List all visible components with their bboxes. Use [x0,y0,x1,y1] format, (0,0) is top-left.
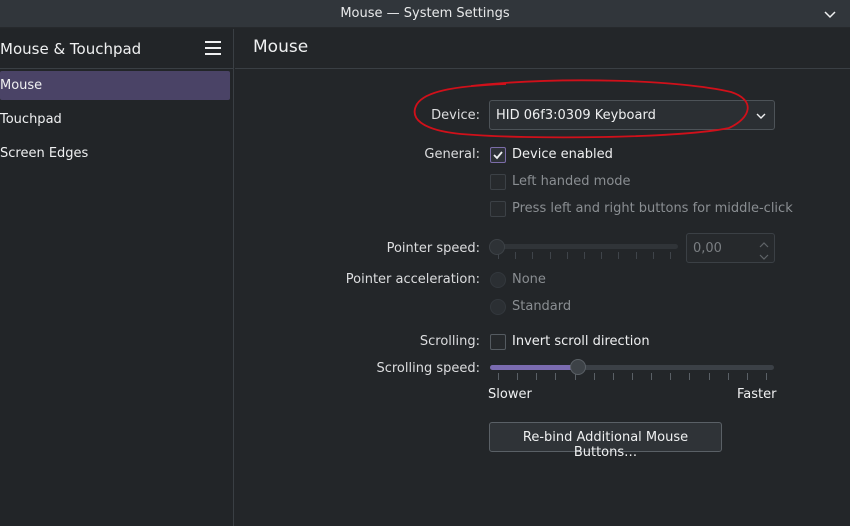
checkmark-icon [493,151,503,160]
slider-tick [555,373,556,380]
left-handed-label: Left handed mode [512,174,631,189]
sidebar-item-screen-edges[interactable]: Screen Edges [0,139,230,168]
slider-tick [517,373,518,380]
slider-tick [728,373,729,380]
slider-tick [670,252,671,259]
sidebar-header: Mouse & Touchpad [0,29,234,69]
scrolling-speed-fill [490,365,578,370]
slider-tick [651,373,652,380]
sidebar: Mouse & Touchpad Mouse Touchpad Screen E… [0,29,234,526]
slider-tick [601,252,602,259]
scrolling-speed-ticks [490,373,774,380]
slider-tick [653,252,654,259]
window-titlebar: Mouse — System Settings [0,0,850,28]
sidebar-title: Mouse & Touchpad [0,40,142,58]
accel-standard-label: Standard [512,299,572,314]
pointer-acceleration-label: Pointer acceleration: [345,272,480,287]
scrolling-label: Scrolling: [419,334,480,349]
sidebar-item-touchpad[interactable]: Touchpad [0,105,230,134]
spin-up-icon[interactable] [759,238,769,248]
slider-tick [498,373,499,380]
pointer-speed-handle[interactable] [489,239,505,255]
slider-tick [613,373,614,380]
device-enabled-checkbox[interactable] [490,147,506,163]
slider-tick [584,252,585,259]
middle-click-label: Press left and right buttons for middle-… [512,201,793,216]
slider-tick [567,252,568,259]
hamburger-icon[interactable] [205,41,221,55]
pointer-speed-ticks [490,252,678,259]
chevron-down-icon[interactable] [822,6,838,22]
accel-none-label: None [512,272,546,287]
pointer-speed-spinbox[interactable]: 0,00 [686,233,775,263]
slider-tick [670,373,671,380]
slider-tick [618,252,619,259]
left-handed-checkbox[interactable] [490,174,506,190]
spin-down-icon[interactable] [759,250,769,260]
slider-tick [594,373,595,380]
slider-tick [689,373,690,380]
general-label: General: [424,147,480,162]
middle-click-checkbox[interactable] [490,201,506,217]
device-label: Device: [431,108,480,123]
scrolling-speed-label: Scrolling speed: [376,361,480,376]
chevron-down-icon [754,109,768,123]
slider-tick [536,373,537,380]
device-enabled-label: Device enabled [512,147,613,162]
invert-scroll-checkbox[interactable] [490,334,506,350]
page-title: Mouse [253,37,309,57]
slider-tick [766,373,767,380]
slider-tick [636,252,637,259]
device-combobox[interactable]: HID 06f3:0309 Keyboard [489,100,775,130]
window-title: Mouse — System Settings [340,6,510,21]
slider-tick [515,252,516,259]
slider-tick [550,252,551,259]
scrolling-speed-handle[interactable] [570,359,586,375]
pointer-speed-label: Pointer speed: [386,241,480,256]
accel-none-radio[interactable] [490,272,506,288]
scrolling-speed-min-label: Slower [488,387,532,402]
slider-tick [632,373,633,380]
sidebar-item-mouse[interactable]: Mouse [0,71,230,100]
rebind-mouse-buttons-button[interactable]: Re-bind Additional Mouse Buttons… [489,422,722,460]
pointer-speed-track[interactable] [490,244,678,249]
pointer-speed-value: 0,00 [693,241,722,256]
scrolling-speed-max-label: Faster [737,387,777,402]
invert-scroll-label: Invert scroll direction [512,334,650,349]
slider-tick [532,252,533,259]
slider-tick [709,373,710,380]
main-header: Mouse [235,29,850,69]
accel-standard-radio[interactable] [490,299,506,315]
device-combobox-value: HID 06f3:0309 Keyboard [496,108,656,123]
slider-tick [747,373,748,380]
